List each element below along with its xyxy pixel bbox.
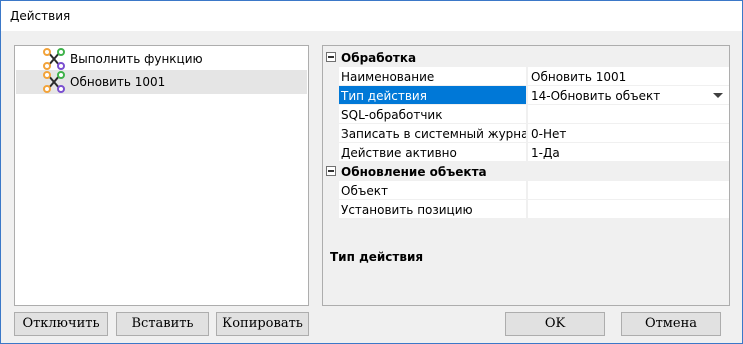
action-type-select[interactable]: 14-Обновить объект: [528, 86, 729, 105]
property-name: Объект: [339, 181, 527, 200]
category-label: Обработка: [341, 51, 417, 65]
property-value[interactable]: 0-Нет: [528, 124, 729, 143]
property-row-action-active[interactable]: Действие активно 1-Да: [323, 143, 729, 162]
ok-button[interactable]: OK: [505, 312, 605, 336]
property-row-name[interactable]: Наименование Обновить 1001: [323, 67, 729, 86]
collapse-icon[interactable]: [326, 52, 336, 62]
tree-item-label: Обновить 1001: [70, 75, 166, 89]
property-grid-panel: Обработка Наименование Обновить 1001 Тип…: [322, 45, 730, 306]
insert-button[interactable]: Вставить: [116, 312, 209, 336]
property-row-object[interactable]: Объект: [323, 181, 729, 200]
tree-item-update-1001[interactable]: Обновить 1001: [16, 70, 307, 94]
title-bar: Действия: [1, 1, 742, 31]
action-flow-icon: [43, 71, 65, 93]
property-row-action-type[interactable]: Тип действия 14-Обновить объект: [323, 86, 729, 105]
tree-item-execute-function[interactable]: Выполнить функцию: [16, 47, 307, 71]
property-value: 14-Обновить объект: [531, 89, 661, 103]
collapse-icon[interactable]: [326, 166, 336, 176]
disable-button[interactable]: Отключить: [14, 312, 108, 336]
property-value[interactable]: [528, 105, 729, 124]
actions-dialog: Действия Выполнить функцию Обновить 1001…: [0, 0, 743, 344]
category-label: Обновление объекта: [341, 165, 487, 179]
copy-button[interactable]: Копировать: [216, 312, 309, 336]
dropdown-arrow-icon[interactable]: [707, 86, 729, 104]
property-name: Наименование: [339, 67, 527, 86]
property-value[interactable]: 1-Да: [528, 143, 729, 162]
property-value[interactable]: Обновить 1001: [528, 67, 729, 86]
property-name: Тип действия: [339, 86, 527, 105]
property-value[interactable]: [528, 200, 729, 219]
property-name: Установить позицию: [339, 200, 527, 219]
category-object-update: Обновление объекта: [323, 162, 729, 181]
property-row-sql-handler[interactable]: SQL-обработчик: [323, 105, 729, 124]
category-processing: Обработка: [323, 48, 729, 67]
cancel-button[interactable]: Отмена: [621, 312, 721, 336]
property-row-set-position[interactable]: Установить позицию: [323, 200, 729, 219]
property-name: Действие активно: [339, 143, 527, 162]
property-value[interactable]: [528, 181, 729, 200]
property-row-system-log[interactable]: Записать в системный журнал 0-Нет: [323, 124, 729, 143]
window-title: Действия: [10, 9, 71, 23]
property-name: SQL-обработчик: [339, 105, 527, 124]
tree-item-label: Выполнить функцию: [70, 52, 203, 66]
description-title: Тип действия: [330, 250, 424, 264]
property-grid: Обработка Наименование Обновить 1001 Тип…: [323, 46, 729, 237]
actions-tree[interactable]: Выполнить функцию Обновить 1001: [14, 45, 309, 306]
property-description: Тип действия: [323, 241, 729, 305]
action-flow-icon: [43, 48, 65, 70]
property-name: Записать в системный журнал: [339, 124, 527, 143]
